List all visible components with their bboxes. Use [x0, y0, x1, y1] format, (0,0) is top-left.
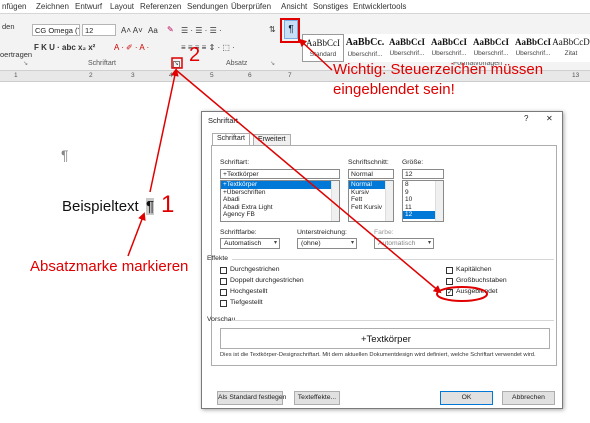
annotation-overlay: [127, 18, 488, 302]
arrow-to-paragraph-mark: [127, 212, 146, 257]
highlight-show-formatting: [280, 18, 300, 43]
arrow-to-hidden: [175, 69, 442, 294]
highlight-hidden-checkbox: [436, 286, 488, 302]
highlight-dialog-launcher: [171, 57, 183, 69]
arrow-to-pilcrow: [298, 38, 333, 71]
arrow-to-launcher: [149, 68, 179, 193]
